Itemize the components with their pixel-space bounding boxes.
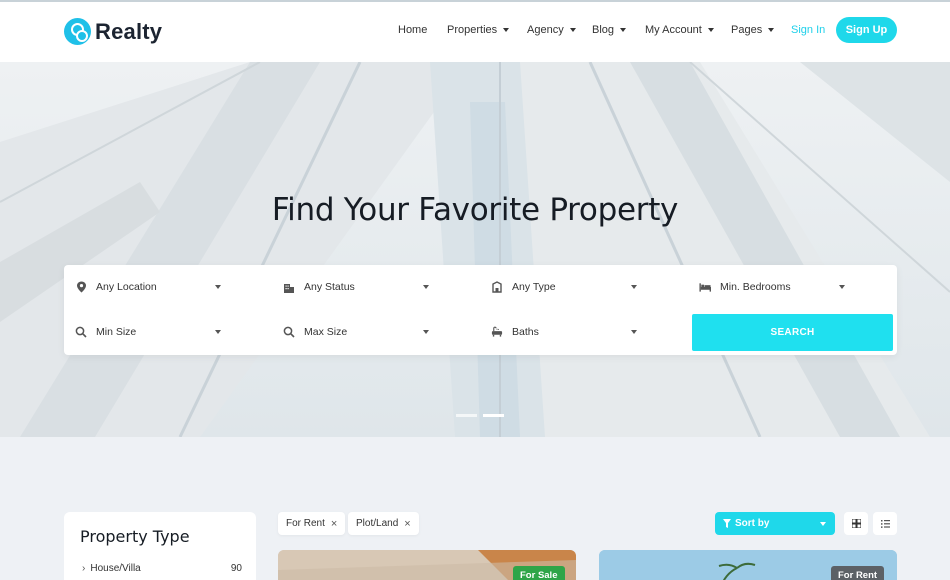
type-select[interactable]: Any Type xyxy=(491,277,641,297)
location-select[interactable]: Any Location xyxy=(75,277,225,297)
sign-in-link[interactable]: Sign In xyxy=(791,17,825,43)
hero-banner xyxy=(0,62,950,437)
nav-properties-label: Properties xyxy=(447,24,498,36)
min-size-select-label: Min Size xyxy=(96,326,137,338)
nav-pages-label: Pages xyxy=(731,24,763,36)
filter-tag-label: Plot/Land xyxy=(356,518,399,529)
status-select[interactable]: Any Status xyxy=(283,277,433,297)
status-select-label: Any Status xyxy=(304,281,355,293)
sidebar-title: Property Type xyxy=(80,527,190,546)
chevron-down-icon xyxy=(503,28,510,32)
chevron-down-icon xyxy=(707,28,714,32)
sidebar-item-label: House/Villa xyxy=(90,563,141,574)
search-button[interactable]: SEARCH xyxy=(692,314,893,351)
list-icon xyxy=(880,519,890,528)
bedrooms-select-label: Min. Bedrooms xyxy=(720,281,791,293)
baths-select[interactable]: Baths xyxy=(491,322,641,342)
chevron-down-icon xyxy=(423,330,429,334)
slider-dot[interactable] xyxy=(456,414,477,417)
chevron-down-icon xyxy=(768,28,775,32)
nav-pages[interactable]: Pages xyxy=(731,17,775,43)
chevron-down-icon xyxy=(215,285,221,289)
min-size-select[interactable]: Min Size xyxy=(75,322,225,342)
bed-icon xyxy=(699,281,711,293)
nav-blog-label: Blog xyxy=(592,24,615,36)
chevron-down-icon xyxy=(820,522,826,526)
brand-name: Realty xyxy=(95,18,163,44)
chevron-down-icon xyxy=(569,28,576,32)
grid-icon xyxy=(851,519,861,528)
type-select-label: Any Type xyxy=(512,281,556,293)
close-icon[interactable]: × xyxy=(404,518,410,530)
building-icon xyxy=(283,281,295,293)
sign-up-button[interactable]: Sign Up xyxy=(836,17,897,43)
property-type-sidebar: Property Type › House/Villa 90 xyxy=(64,512,256,580)
nav-agency[interactable]: Agency xyxy=(527,17,576,43)
chevron-down-icon xyxy=(631,285,637,289)
search-icon xyxy=(283,326,295,338)
chevron-down-icon xyxy=(839,285,845,289)
chevron-down-icon xyxy=(620,28,627,32)
list-view-button[interactable] xyxy=(873,512,897,535)
status-badge: For Sale xyxy=(513,566,565,580)
nav-home[interactable]: Home xyxy=(398,17,427,43)
grid-view-button[interactable] xyxy=(844,512,868,535)
max-size-select-label: Max Size xyxy=(304,326,348,338)
nav-agency-label: Agency xyxy=(527,24,564,36)
slider-dot-active[interactable] xyxy=(483,414,504,417)
filter-tag-plot-land[interactable]: Plot/Land × xyxy=(348,512,419,535)
baths-select-label: Baths xyxy=(512,326,539,338)
nav-properties[interactable]: Properties xyxy=(447,17,510,43)
bath-icon xyxy=(491,326,503,338)
sidebar-item-count: 90 xyxy=(230,563,242,574)
close-icon[interactable]: × xyxy=(331,518,337,530)
bedrooms-select[interactable]: Min. Bedrooms xyxy=(699,277,849,297)
filter-tag-for-rent[interactable]: For Rent × xyxy=(278,512,346,535)
status-badge: For Rent xyxy=(831,566,885,580)
location-select-label: Any Location xyxy=(96,281,157,293)
chevron-down-icon xyxy=(215,330,221,334)
nav-blog[interactable]: Blog xyxy=(592,17,627,43)
filter-icon xyxy=(723,519,731,528)
chevron-down-icon xyxy=(631,330,637,334)
nav-home-label: Home xyxy=(398,24,428,36)
logo-icon xyxy=(64,18,91,45)
max-size-select[interactable]: Max Size xyxy=(283,322,433,342)
map-pin-icon xyxy=(75,281,87,293)
filter-tag-label: For Rent xyxy=(286,518,325,529)
nav-my-account[interactable]: My Account xyxy=(645,17,714,43)
chevron-down-icon xyxy=(423,285,429,289)
hero-title: Find Your Favorite Property xyxy=(271,192,679,228)
house-icon xyxy=(491,281,503,293)
sort-by-label: Sort by xyxy=(735,518,770,529)
sidebar-item-house-villa[interactable]: › House/Villa 90 xyxy=(82,563,242,574)
sidebar-item-name: › House/Villa xyxy=(82,563,141,574)
hero-building-image xyxy=(0,62,950,437)
sort-by-dropdown[interactable]: Sort by xyxy=(715,512,835,535)
hero-slider-dots xyxy=(456,414,504,417)
brand-logo[interactable]: Realty xyxy=(64,18,162,45)
search-icon xyxy=(75,326,87,338)
nav-my-account-label: My Account xyxy=(645,24,702,36)
chevron-right-icon: › xyxy=(82,563,86,574)
